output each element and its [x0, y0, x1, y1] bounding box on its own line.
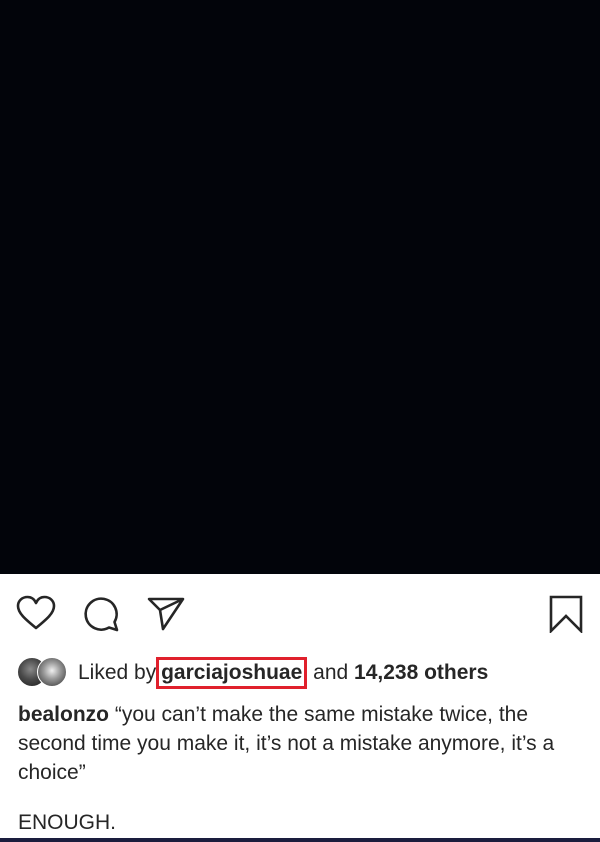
comment-icon[interactable] — [82, 595, 120, 633]
likes-prefix: Liked by — [78, 661, 157, 684]
liker-username-link[interactable]: garciajoshuae — [156, 657, 308, 689]
caption-username-link[interactable]: bealonzo — [18, 703, 109, 726]
likes-summary: Liked by garciajoshuae and 14,238 others — [78, 657, 488, 689]
caption-footer-text: ENOUGH. — [18, 811, 117, 834]
avatar[interactable] — [37, 657, 67, 687]
post-image[interactable] — [0, 0, 600, 574]
post-action-bar — [0, 574, 600, 654]
heart-icon[interactable] — [16, 595, 56, 631]
paper-plane-icon[interactable] — [147, 596, 185, 632]
divider — [0, 838, 600, 842]
liker-avatars[interactable] — [17, 657, 71, 687]
post-caption: bealonzo “you can’t make the same mistak… — [18, 700, 584, 787]
bookmark-icon[interactable] — [549, 595, 583, 633]
likes-count-link[interactable]: 14,238 others — [354, 661, 488, 684]
likes-row: Liked by garciajoshuae and 14,238 others — [0, 654, 600, 690]
likes-connector: and — [313, 661, 349, 684]
